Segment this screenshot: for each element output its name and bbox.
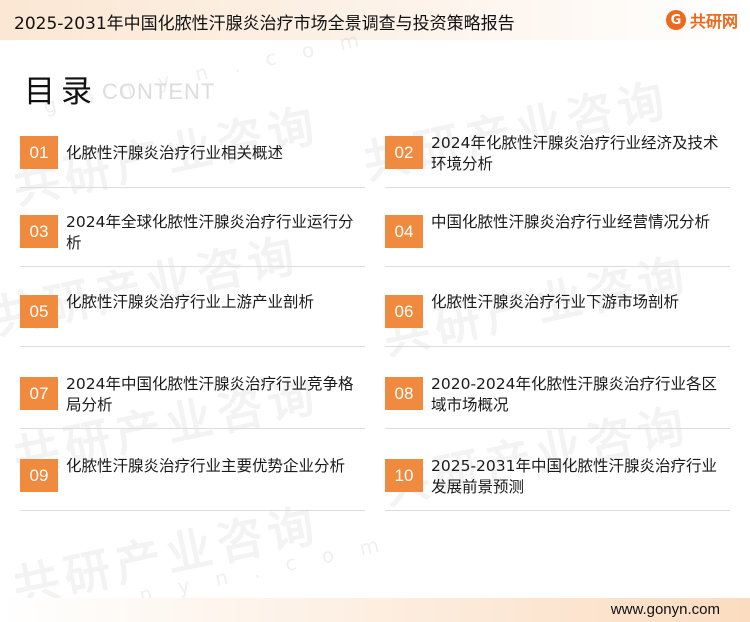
footer-url[interactable]: www.gonyn.com <box>611 601 720 618</box>
header-bar: 2025-2031年中国化脓性汗腺炎治疗市场全景调查与投资策略报告 G 共研网 <box>0 0 750 40</box>
item-label: 2024年全球化脓性汗腺炎治疗行业运行分析 <box>66 213 354 252</box>
toc-title: 目录 <box>24 74 98 110</box>
logo-text: 共研网 <box>689 12 738 31</box>
toc-subtitle: CONTENT <box>102 79 216 104</box>
item-number-badge: 09 <box>20 459 58 492</box>
brand-logo[interactable]: G 共研网 <box>665 9 738 31</box>
item-number-badge: 06 <box>385 295 423 328</box>
gonyn-logo-icon: G <box>665 10 686 30</box>
item-number-badge: 03 <box>20 215 58 248</box>
toc-item-06[interactable]: 06 化脓性汗腺炎治疗行业下游市场剖析 <box>385 285 730 347</box>
item-label: 化脓性汗腺炎治疗行业上游产业剖析 <box>66 293 315 311</box>
item-label: 中国化脓性汗腺炎治疗行业经营情况分析 <box>431 213 711 231</box>
item-label: 2025-2031年中国化脓性汗腺炎治疗行业发展前景预测 <box>431 457 717 496</box>
toc-item-05[interactable]: 05 化脓性汗腺炎治疗行业上游产业剖析 <box>20 285 365 347</box>
footer-bar: www.gonyn.com <box>0 598 750 622</box>
toc-item-10[interactable]: 10 2025-2031年中国化脓性汗腺炎治疗行业发展前景预测 <box>385 449 730 511</box>
item-label: 2024年中国化脓性汗腺炎治疗行业竞争格局分析 <box>66 375 354 414</box>
toc-item-08[interactable]: 08 2020-2024年化脓性汗腺炎治疗行业各区域市场概况 <box>385 367 730 429</box>
toc-item-01[interactable]: 01 化脓性汗腺炎治疗行业相关概述 <box>20 126 365 188</box>
toc-item-07[interactable]: 07 2024年中国化脓性汗腺炎治疗行业竞争格局分析 <box>20 367 365 429</box>
item-label: 化脓性汗腺炎治疗行业下游市场剖析 <box>431 293 680 311</box>
item-label: 化脓性汗腺炎治疗行业相关概述 <box>66 144 284 162</box>
toc-item-09[interactable]: 09 化脓性汗腺炎治疗行业主要优势企业分析 <box>20 449 365 511</box>
toc-item-04[interactable]: 04 中国化脓性汗腺炎治疗行业经营情况分析 <box>385 205 730 267</box>
toc-item-02[interactable]: 02 2024年化脓性汗腺炎治疗行业经济及技术环境分析 <box>385 126 730 188</box>
item-number-badge: 02 <box>385 136 423 169</box>
toc-item-03[interactable]: 03 2024年全球化脓性汗腺炎治疗行业运行分析 <box>20 205 365 267</box>
item-label: 2024年化脓性汗腺炎治疗行业经济及技术环境分析 <box>431 134 719 173</box>
report-title: 2025-2031年中国化脓性汗腺炎治疗市场全景调查与投资策略报告 <box>14 14 515 34</box>
item-label: 2020-2024年化脓性汗腺炎治疗行业各区域市场概况 <box>431 375 717 414</box>
item-number-badge: 08 <box>385 377 423 410</box>
item-label: 化脓性汗腺炎治疗行业主要优势企业分析 <box>66 457 346 475</box>
item-number-badge: 04 <box>385 215 423 248</box>
item-number-badge: 05 <box>20 295 58 328</box>
item-number-badge: 10 <box>385 459 423 492</box>
item-number-badge: 07 <box>20 377 58 410</box>
item-number-badge: 01 <box>20 136 58 169</box>
